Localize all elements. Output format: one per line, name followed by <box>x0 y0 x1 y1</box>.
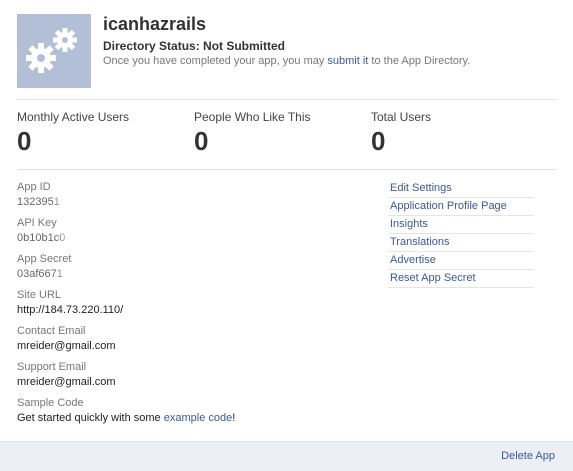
stat-label: People Who Like This <box>194 110 311 124</box>
sample-code-label: Sample Code <box>17 397 84 409</box>
stat-value: 0 <box>194 126 209 156</box>
delete-app-link[interactable]: Delete App <box>501 450 555 462</box>
site-url-value: http://184.73.220.110/ <box>17 304 124 316</box>
stat-label: Total Users <box>371 110 432 124</box>
edit-settings-link[interactable]: Edit Settings <box>388 180 534 198</box>
stat-monthly-active-users: Monthly Active Users 0 <box>17 110 129 156</box>
directory-status: Directory Status: Not Submitted <box>103 39 286 53</box>
support-email-value: mreider@gmail.com <box>17 376 116 388</box>
directory-note: Once you have completed your app, you ma… <box>103 55 470 67</box>
api-key-label: API Key <box>17 217 57 229</box>
contact-email-value: mreider@gmail.com <box>17 340 116 352</box>
app-header: icanhazrails Directory Status: Not Submi… <box>17 14 556 90</box>
divider <box>17 99 556 100</box>
example-code-link[interactable]: example code <box>164 412 233 424</box>
stat-people-who-like-this: People Who Like This 0 <box>194 110 311 156</box>
api-key-field: API Key 0b10b1c0 <box>17 216 347 252</box>
translations-link[interactable]: Translations <box>388 234 534 252</box>
sample-code-prefix: Get started quickly with some <box>17 412 164 424</box>
support-email-label: Support Email <box>17 361 87 373</box>
stat-total-users: Total Users 0 <box>371 110 431 156</box>
app-secret-value: 03af6671 <box>17 266 71 282</box>
support-email-field: Support Email mreider@gmail.com <box>17 360 347 396</box>
directory-note-suffix: to the App Directory. <box>368 55 471 67</box>
app-id-value: 1323951 <box>17 194 68 210</box>
app-actions-list: Edit Settings Application Profile Page I… <box>388 180 534 288</box>
application-profile-page-link[interactable]: Application Profile Page <box>388 198 534 216</box>
site-url-field: Site URL http://184.73.220.110/ <box>17 288 347 324</box>
gears-icon <box>17 14 91 88</box>
contact-email-field: Contact Email mreider@gmail.com <box>17 324 347 360</box>
divider <box>17 169 556 170</box>
api-key-value: 0b10b1c0 <box>17 230 74 246</box>
insights-link[interactable]: Insights <box>388 216 534 234</box>
app-id-label: App ID <box>17 181 51 193</box>
contact-email-label: Contact Email <box>17 325 86 337</box>
sample-code-value: Get started quickly with some example co… <box>17 410 347 426</box>
app-name: icanhazrails <box>103 14 207 34</box>
advertise-link[interactable]: Advertise <box>388 252 534 270</box>
directory-note-prefix: Once you have completed your app, you ma… <box>103 55 328 67</box>
reset-app-secret-link[interactable]: Reset App Secret <box>388 270 534 288</box>
stat-label: Monthly Active Users <box>17 110 130 124</box>
site-url-label: Site URL <box>17 289 62 301</box>
stat-value: 0 <box>17 126 32 156</box>
sample-code-suffix: ! <box>232 412 236 424</box>
submit-it-link[interactable]: submit it <box>327 55 368 67</box>
sample-code-field: Sample Code Get started quickly with som… <box>17 396 347 432</box>
app-secret-label: App Secret <box>17 253 72 265</box>
app-secret-field: App Secret 03af6671 <box>17 252 347 288</box>
footer-bar: Delete App <box>0 441 573 471</box>
stat-value: 0 <box>371 126 386 156</box>
app-id-field: App ID 1323951 <box>17 180 347 216</box>
app-details: App ID 1323951 API Key 0b10b1c0 App Secr… <box>17 180 347 432</box>
